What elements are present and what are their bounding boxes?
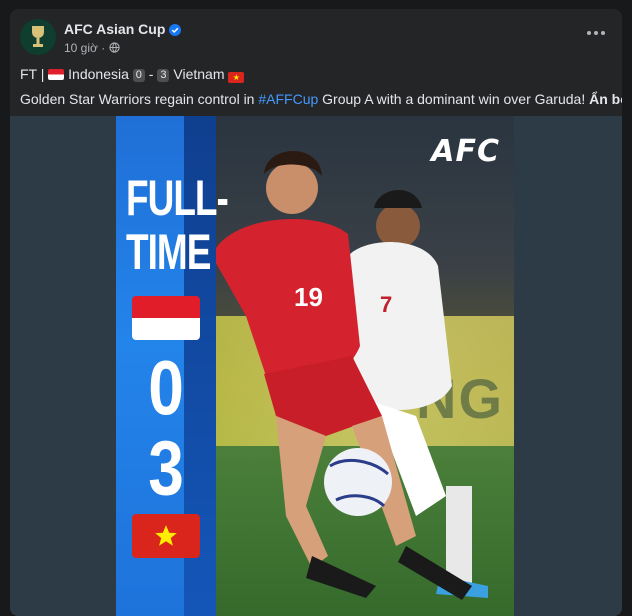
fulltime-line2: TIME <box>126 224 211 280</box>
vietnam-star-icon <box>155 525 177 546</box>
afc-trophy-icon <box>32 26 44 47</box>
post-header: AFC Asian Cup 10 giờ · <box>10 9 622 61</box>
page-name-text[interactable]: AFC Asian Cup <box>64 21 165 37</box>
globe-icon <box>108 42 120 53</box>
dot-separator: · <box>101 40 106 55</box>
player-number-home: 19 <box>294 282 323 312</box>
away-team: Vietnam <box>173 66 225 82</box>
fulltime-title: FULL- TIME <box>126 170 229 280</box>
post-text: FT | Indonesia 0 - 3 Vietnam ★ Golden St… <box>20 64 622 109</box>
facebook-post: AFC Asian Cup 10 giờ · FT | Indonesia 0 … <box>10 9 622 616</box>
home-score: 0 <box>148 344 184 432</box>
more-options-icon <box>587 31 591 35</box>
score-separator: - <box>148 66 154 82</box>
ft-prefix: FT | <box>20 66 45 82</box>
more-options-icon-dot <box>601 31 605 35</box>
afc-logo: AFC <box>431 134 500 169</box>
more-options-button[interactable] <box>584 25 608 41</box>
indonesia-flag-icon <box>48 69 65 80</box>
hashtag-link[interactable]: #AFFCup <box>258 91 318 107</box>
fulltime-line1: FULL- <box>126 170 229 226</box>
caption-text: Golden Star Warriors regain control in <box>20 91 259 107</box>
post-media[interactable]: NG 7 19 FULL- TIME 0 3 AFC <box>10 116 622 616</box>
away-score: 3 <box>148 424 184 512</box>
page-name[interactable]: AFC Asian Cup <box>64 21 182 37</box>
indonesia-flag <box>132 296 200 340</box>
home-score-emoji: 0 <box>132 69 145 82</box>
see-less-link[interactable]: Ẩn bớt <box>589 91 622 107</box>
post-meta: 10 giờ · <box>64 40 120 55</box>
match-graphic[interactable]: NG 7 19 FULL- TIME 0 3 AFC <box>116 116 514 616</box>
home-team: Indonesia <box>68 66 129 82</box>
more-options-icon-dot <box>594 31 598 35</box>
post-time[interactable]: 10 giờ <box>64 41 98 55</box>
caption-text-end: Group A with a dominant win over Garuda! <box>318 91 586 107</box>
player-number-away: 7 <box>380 292 392 317</box>
verified-badge-icon <box>169 24 182 36</box>
post-line-score: FT | Indonesia 0 - 3 Vietnam ★ <box>20 64 616 84</box>
vietnam-flag-icon: ★ <box>228 72 245 83</box>
vietnam-flag <box>132 514 200 558</box>
away-score-emoji: 3 <box>157 69 170 82</box>
page-avatar[interactable] <box>20 19 56 55</box>
post-line-caption: Golden Star Warriors regain control in #… <box>20 89 622 109</box>
